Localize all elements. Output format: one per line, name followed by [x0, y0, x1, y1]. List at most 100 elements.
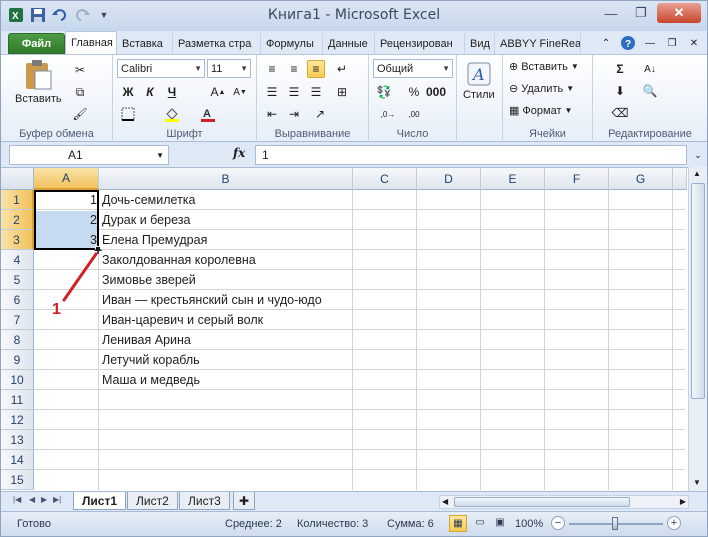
wrap-text-icon[interactable]: ↵ — [333, 60, 351, 78]
hscroll-left-icon[interactable]: ◀ — [442, 497, 448, 506]
zoom-slider-thumb[interactable] — [612, 517, 618, 530]
tab-abbyy[interactable]: ABBYY FineRea — [495, 33, 581, 54]
sheet-tab-1[interactable]: Лист1 — [73, 492, 127, 510]
increase-indent-icon[interactable]: ⇥ — [285, 105, 303, 123]
wb-restore-icon[interactable]: ❐ — [663, 34, 681, 52]
align-top-icon[interactable]: ≡ — [263, 60, 281, 78]
sheet-tab-3[interactable]: Лист3 — [179, 492, 230, 510]
align-bottom-icon[interactable]: ≡ — [307, 60, 325, 78]
zoom-out-icon[interactable]: − — [551, 516, 565, 530]
cell-a1[interactable]: 1 — [34, 190, 99, 210]
sheet-tab-2[interactable]: Лист2 — [127, 492, 178, 510]
select-all-corner[interactable] — [1, 168, 34, 190]
fill-color-icon[interactable] — [163, 105, 181, 123]
tab-file[interactable]: Файл — [8, 33, 65, 54]
cell-b7[interactable]: Иван-царевич и серый волк — [99, 310, 353, 330]
autosum-icon[interactable]: Σ — [611, 60, 629, 78]
next-sheet-icon[interactable]: ▶ — [41, 495, 47, 504]
underline-button[interactable]: Ч — [163, 83, 181, 101]
normal-view-icon[interactable]: ▦ — [449, 515, 467, 532]
tab-view[interactable]: Вид — [465, 33, 495, 54]
cell-b4[interactable]: Заколдованная королевна — [99, 250, 353, 270]
vertical-scrollbar[interactable]: ▲ ▼ — [688, 167, 707, 491]
cut-icon[interactable]: ✂ — [71, 61, 89, 79]
close-button[interactable]: ✕ — [657, 3, 701, 23]
help-icon[interactable]: ? — [619, 34, 637, 52]
merge-cells-icon[interactable]: ⊞ — [333, 83, 351, 101]
row-header-2[interactable]: 2 — [1, 210, 34, 230]
insert-function-icon[interactable]: fx — [233, 146, 245, 160]
font-name-combo[interactable]: Calibri ▼ — [117, 59, 205, 78]
percent-icon[interactable]: % — [405, 83, 423, 101]
copy-icon[interactable]: ⧉ — [71, 83, 89, 101]
tab-data[interactable]: Данные — [323, 33, 375, 54]
font-size-combo[interactable]: 11 ▼ — [207, 59, 251, 78]
formula-input[interactable]: 1 — [255, 145, 687, 165]
align-left-icon[interactable]: ☰ — [263, 83, 281, 101]
fill-icon[interactable]: ⬇ — [611, 82, 629, 100]
tab-formulas[interactable]: Формулы — [261, 33, 323, 54]
maximize-button[interactable]: ❐ — [627, 3, 655, 23]
cell-a2[interactable]: 2 — [34, 210, 99, 230]
page-layout-view-icon[interactable]: ▭ — [471, 515, 489, 532]
wb-minimize-icon[interactable]: — — [641, 34, 659, 52]
cell-b9[interactable]: Летучий корабль — [99, 350, 353, 370]
row-header-4[interactable]: 4 — [1, 250, 34, 270]
number-format-combo[interactable]: Общий ▼ — [373, 59, 453, 78]
cell-b1[interactable]: Дочь-семилетка — [99, 190, 353, 210]
cell-b5[interactable]: Зимовье зверей — [99, 270, 353, 290]
row-header-8[interactable]: 8 — [1, 330, 34, 350]
column-header-b[interactable]: B — [99, 168, 353, 190]
cell-b2[interactable]: Дурак и береза — [99, 210, 353, 230]
name-box[interactable]: A1 ▼ — [9, 145, 169, 165]
first-sheet-icon[interactable]: |◀ — [13, 495, 21, 504]
hscroll-right-icon[interactable]: ▶ — [680, 497, 686, 506]
minimize-button[interactable]: — — [597, 3, 625, 23]
grow-font-icon[interactable]: A ▲ — [209, 83, 227, 101]
scroll-up-icon[interactable]: ▲ — [693, 169, 701, 178]
minimize-ribbon-icon[interactable]: ⌃ — [597, 34, 615, 52]
shrink-font-icon[interactable]: A ▼ — [231, 83, 249, 101]
column-header-c[interactable]: C — [353, 168, 417, 190]
row-header-13[interactable]: 13 — [1, 430, 34, 450]
tab-review[interactable]: Рецензирован — [375, 33, 465, 54]
scroll-down-icon[interactable]: ▼ — [693, 478, 701, 487]
hscroll-thumb[interactable] — [454, 497, 630, 507]
row-header-3[interactable]: 3 — [1, 230, 34, 250]
zoom-level[interactable]: 100% — [515, 518, 543, 530]
tab-home[interactable]: Главная — [65, 31, 117, 54]
column-header-g[interactable]: G — [609, 168, 673, 190]
cell-a3[interactable]: 3 — [34, 230, 99, 250]
increase-decimal-icon[interactable]: ,0→ — [379, 105, 397, 123]
scroll-thumb[interactable] — [691, 183, 705, 399]
horizontal-scrollbar[interactable]: ◀ ▶ — [439, 495, 689, 509]
format-painter-icon[interactable]: 🖌 — [71, 105, 89, 123]
row-header-9[interactable]: 9 — [1, 350, 34, 370]
column-header-f[interactable]: F — [545, 168, 609, 190]
delete-cells-button[interactable]: ⊖ Удалить ▼ — [509, 82, 574, 96]
cell-b8[interactable]: Ленивая Арина — [99, 330, 353, 350]
row-header-6[interactable]: 6 — [1, 290, 34, 310]
decrease-indent-icon[interactable]: ⇤ — [263, 105, 281, 123]
font-color-icon[interactable]: A — [199, 105, 217, 123]
borders-icon[interactable] — [119, 105, 137, 123]
clear-icon[interactable]: ⌫ — [611, 104, 629, 122]
find-select-icon[interactable]: 🔍 — [641, 82, 659, 100]
zoom-in-icon[interactable]: + — [667, 516, 681, 530]
cell-b10[interactable]: Маша и медведь — [99, 370, 353, 390]
wb-close-icon[interactable]: ✕ — [685, 34, 703, 52]
expand-formula-icon[interactable]: ⌄ — [689, 146, 707, 164]
paste-button[interactable]: Вставить — [15, 59, 62, 105]
row-header-7[interactable]: 7 — [1, 310, 34, 330]
italic-button[interactable]: К — [141, 83, 159, 101]
cell-b3[interactable]: Елена Премудрая — [99, 230, 353, 250]
column-header-a[interactable]: A — [34, 168, 99, 190]
thousands-icon[interactable]: 000 — [426, 83, 446, 101]
last-sheet-icon[interactable]: ▶| — [53, 495, 61, 504]
row-header-14[interactable]: 14 — [1, 450, 34, 470]
align-right-icon[interactable]: ☰ — [307, 83, 325, 101]
decrease-decimal-icon[interactable]: ,00 — [405, 105, 423, 123]
row-header-10[interactable]: 10 — [1, 370, 34, 390]
sort-filter-icon[interactable]: A↓ — [641, 60, 659, 78]
orientation-icon[interactable]: ↗ — [311, 105, 329, 123]
